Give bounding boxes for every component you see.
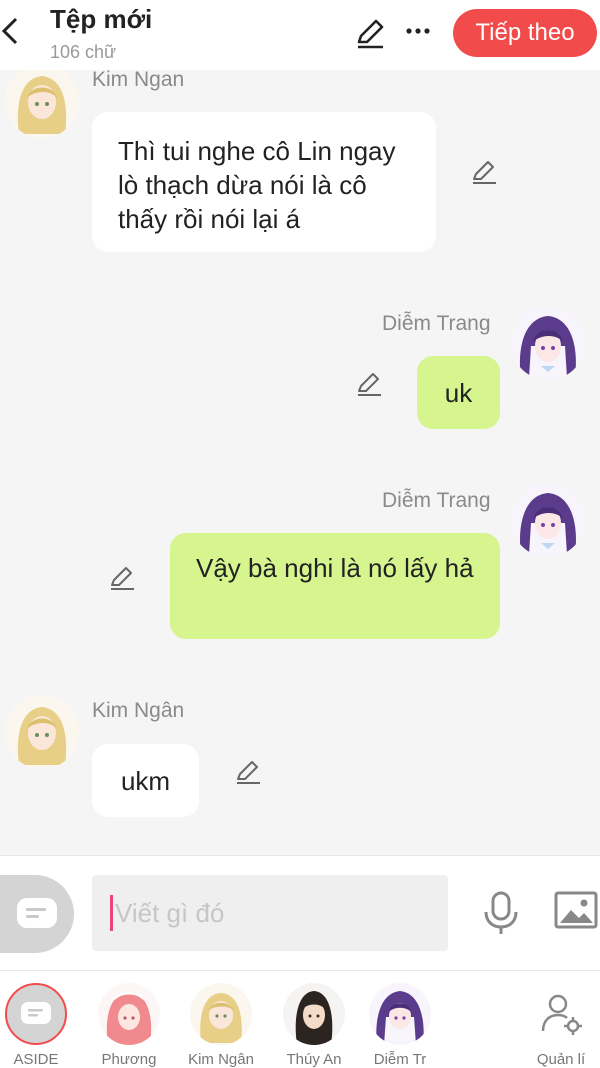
more-options-icon[interactable]: [402, 16, 436, 50]
edit-message-icon[interactable]: [470, 158, 498, 186]
tab-thuy-an[interactable]: Thúy An: [274, 983, 354, 1068]
avatar-diem-trang[interactable]: [511, 483, 585, 557]
avatar-diem-trang[interactable]: [511, 306, 585, 380]
edit-message-icon[interactable]: [108, 564, 136, 592]
microphone-icon[interactable]: [479, 890, 523, 934]
avatar-kim-ngan: [190, 983, 252, 1045]
sender-name: Diễm Trang: [382, 489, 491, 512]
top-bar: Tệp mới 106 chữ Tiếp theo: [0, 0, 600, 70]
message-bubble[interactable]: uk: [417, 356, 500, 429]
tab-label: Kim Ngân: [188, 1051, 254, 1068]
message-bubble[interactable]: ukm: [92, 744, 199, 817]
tab-label: Quản lí: [536, 1051, 586, 1068]
avatar-thuy-an: [283, 983, 345, 1045]
edit-message-icon[interactable]: [355, 370, 383, 398]
text-caret: [110, 895, 113, 931]
sender-name: Kim Ngan: [92, 70, 185, 91]
tab-phuong[interactable]: Phương: [89, 983, 169, 1068]
sender-name: Diễm Trang: [382, 312, 491, 335]
pencil-icon[interactable]: [353, 16, 387, 50]
tab-aside[interactable]: ASIDE: [0, 983, 76, 1068]
tab-manage[interactable]: Quản lí: [521, 983, 600, 1068]
avatar-kim-ngan[interactable]: [5, 695, 79, 769]
tab-diem-trang[interactable]: Diễm Tr: [360, 983, 440, 1068]
sender-name: Kim Ngân: [92, 699, 185, 722]
back-arrow-icon[interactable]: [0, 14, 22, 54]
image-icon[interactable]: [554, 890, 598, 934]
next-button[interactable]: Tiếp theo: [453, 9, 597, 57]
tab-kim-ngan[interactable]: Kim Ngân: [181, 983, 261, 1068]
message-bubble[interactable]: Thì tui nghe cô Lin ngay lò thạch dừa nó…: [92, 112, 436, 252]
character-tab-bar: ASIDE Phương Kim Ngân Thúy An Diễm Tr Qu…: [0, 970, 600, 1068]
page-title: Tệp mới: [50, 4, 153, 34]
avatar-diem-trang: [369, 983, 431, 1045]
aside-toggle-button[interactable]: [0, 875, 74, 953]
message-bubble[interactable]: Vậy bà nghi là nó lấy hả: [170, 533, 500, 639]
avatar-phuong: [98, 983, 160, 1045]
composer-bar: Viết gì đó: [0, 855, 600, 971]
word-count: 106 chữ: [50, 42, 117, 62]
tab-label: Phương: [101, 1051, 157, 1068]
aside-icon: [5, 983, 67, 1045]
message-input-placeholder: Viết gì đó: [115, 897, 225, 928]
tab-label: ASIDE: [13, 1051, 59, 1068]
message-input[interactable]: Viết gì đó: [92, 875, 448, 951]
edit-message-icon[interactable]: [234, 758, 262, 786]
user-settings-icon: [530, 983, 592, 1045]
chat-bubble-icon: [17, 898, 57, 928]
tab-label: Thúy An: [286, 1051, 342, 1068]
avatar-kim-ngan[interactable]: [5, 70, 79, 138]
chat-area: Kim Ngan Thì tui nghe cô Lin ngay lò thạ…: [0, 70, 600, 855]
tab-label: Diễm Tr: [373, 1051, 427, 1068]
